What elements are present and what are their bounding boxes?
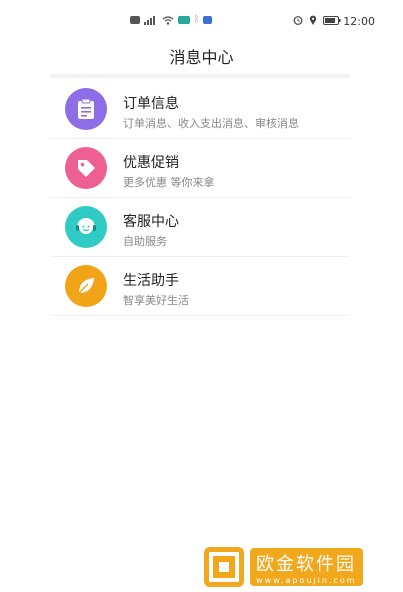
message-item-service[interactable]: 客服中心 自助服务: [50, 198, 350, 257]
page-title: 消息中心: [169, 48, 234, 67]
watermark-text: 欧金软件园: [256, 553, 356, 575]
status-time: 12:00: [343, 15, 375, 28]
message-subtitle: 更多优惠 等你来拿: [123, 176, 215, 189]
status-bar: ᛒ 12:00: [0, 0, 403, 40]
battery-icon: [323, 15, 341, 25]
alarm-icon: [293, 16, 303, 25]
watermark: 欧金软件园 www.apoujin.com: [204, 546, 398, 588]
message-title: 生活助手: [123, 273, 179, 289]
bluetooth-icon: ᛒ: [194, 15, 200, 25]
watermark-logo-icon: [204, 547, 244, 587]
tag-icon: [65, 147, 107, 189]
header-divider: [50, 74, 350, 78]
status-right-icons: [293, 15, 341, 25]
message-title: 订单信息: [123, 96, 179, 112]
wifi-icon: [162, 15, 174, 25]
app-icon: [203, 16, 213, 24]
location-icon: [309, 15, 317, 25]
headset-icon: [65, 206, 107, 248]
message-subtitle: 自助服务: [123, 235, 167, 248]
signal-icon: [144, 15, 155, 25]
app-icon: [178, 16, 190, 24]
watermark-text-block: 欧金软件园 www.apoujin.com: [250, 548, 363, 586]
message-item-promotion[interactable]: 优惠促销 更多优惠 等你来拿: [50, 139, 350, 198]
watermark-url: www.apoujin.com: [256, 575, 357, 585]
leaf-icon: [65, 265, 107, 307]
message-item-order[interactable]: 订单信息 订单消息、收入支出消息、审核消息: [50, 80, 350, 139]
message-item-life-assistant[interactable]: 生活助手 智享美好生活: [50, 257, 350, 316]
message-subtitle: 智享美好生活: [123, 294, 189, 307]
status-left-icons: ᛒ: [130, 15, 213, 25]
message-title: 客服中心: [123, 214, 179, 230]
message-list: 订单信息 订单消息、收入支出消息、审核消息 优惠促销 更多优惠 等你来拿 客服中: [50, 80, 350, 316]
hd-icon: [130, 16, 140, 24]
clipboard-icon: [65, 88, 107, 130]
message-subtitle: 订单消息、收入支出消息、审核消息: [123, 117, 299, 130]
message-title: 优惠促销: [123, 155, 179, 171]
